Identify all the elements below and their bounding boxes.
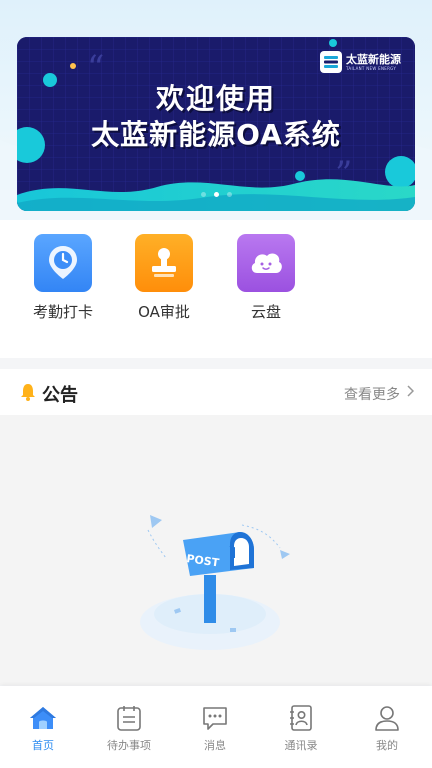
banner-title-line1: 欢迎使用 (155, 82, 276, 115)
carousel-dot-active[interactable] (213, 192, 219, 197)
app-cloud-drive-label: 云盘 (250, 303, 281, 321)
app-oa-approval[interactable]: OA审批 (119, 234, 209, 322)
tab-profile-label: 我的 (376, 739, 398, 752)
tab-todo[interactable]: 待办事项 (86, 704, 172, 753)
app-attendance-label: 考勤打卡 (32, 303, 93, 321)
tab-contacts-label: 通讯录 (284, 739, 318, 752)
todo-list-icon (117, 706, 141, 731)
profile-icon (375, 706, 399, 731)
tab-messages-label: 消息 (204, 739, 226, 752)
app-oa-approval-label: OA审批 (138, 303, 190, 321)
carousel-dot[interactable] (200, 192, 206, 197)
bottom-tab-bar: 首页 待办事项 消息 通讯录 我的 (0, 686, 432, 768)
tab-messages[interactable]: 消息 (172, 704, 258, 753)
stamp-icon (135, 234, 193, 292)
tab-home-label: 首页 (32, 739, 54, 752)
app-cloud-drive[interactable]: 云盘 (221, 234, 311, 322)
tab-contacts[interactable]: 通讯录 (258, 704, 344, 753)
carousel-indicators (17, 192, 415, 197)
banner-carousel[interactable]: “ ” 太蓝新能源 TAILANT NEW ENERGY 欢迎使用 太蓝新能源O… (17, 37, 415, 211)
notice-title: 公告 (42, 385, 78, 406)
quick-apps-panel: 考勤打卡 OA审批 云盘 (0, 220, 432, 358)
notice-empty-state: POST (0, 415, 432, 685)
banner-title-line2: 太蓝新能源OA系统 (91, 118, 341, 151)
notice-section-header: 公告 查看更多 (0, 369, 432, 415)
cloud-icon (237, 234, 295, 292)
tab-profile[interactable]: 我的 (344, 704, 430, 753)
company-logo-icon (320, 51, 342, 73)
tab-home[interactable]: 首页 (0, 704, 86, 753)
banner-logo: 太蓝新能源 TAILANT NEW ENERGY (320, 51, 401, 73)
chevron-right-icon[interactable] (406, 385, 414, 397)
logo-subtext: TAILANT NEW ENERGY (346, 65, 397, 71)
logo-text: 太蓝新能源 (346, 52, 401, 66)
carousel-dot[interactable] (226, 192, 232, 197)
empty-mailbox-illustration: POST (140, 515, 290, 650)
message-icon (203, 707, 227, 730)
home-icon (30, 707, 56, 729)
location-pin-icon (34, 234, 92, 292)
tab-todo-label: 待办事项 (107, 739, 151, 752)
app-attendance[interactable]: 考勤打卡 (18, 234, 108, 322)
view-more-link[interactable]: 查看更多 (344, 384, 400, 404)
contacts-icon (290, 705, 312, 731)
bell-icon (21, 384, 35, 401)
